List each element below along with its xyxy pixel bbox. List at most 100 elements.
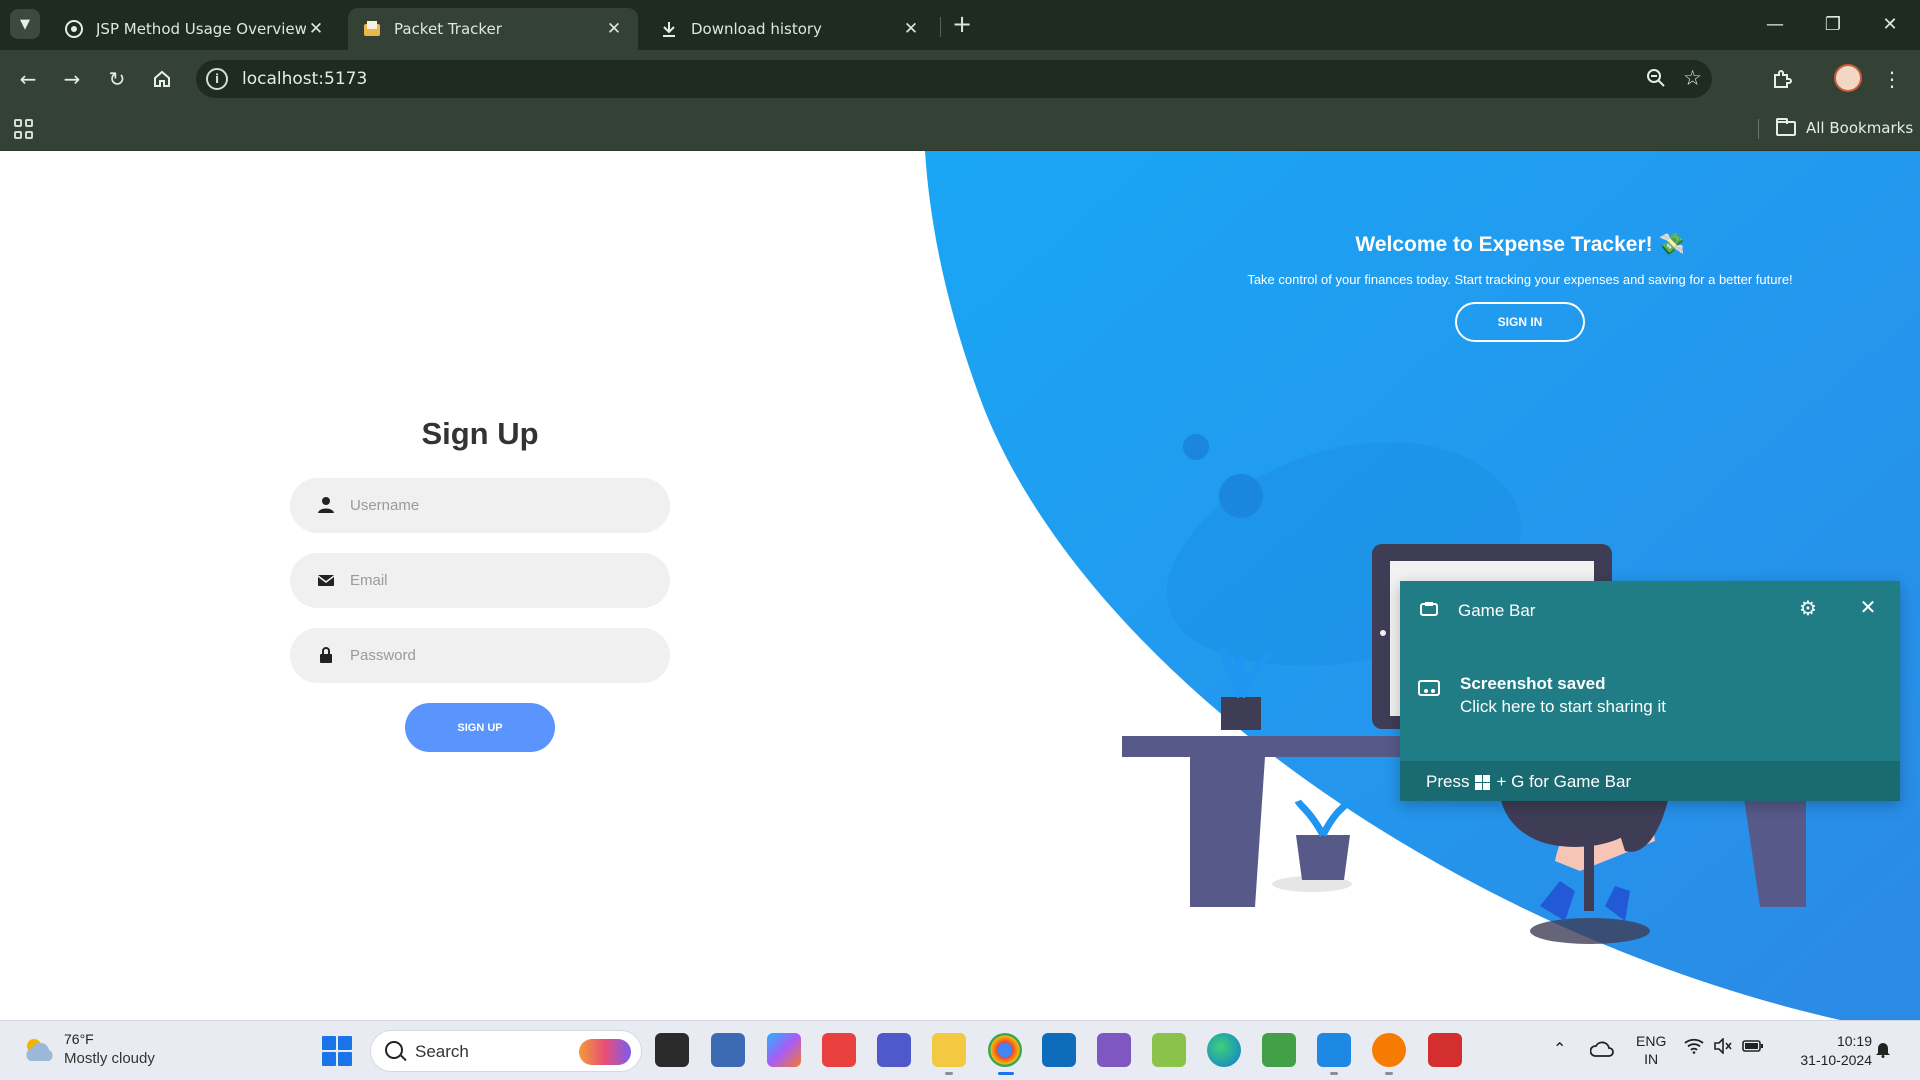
tab-separator: [940, 17, 941, 37]
search-icon: [385, 1041, 403, 1059]
acrobat-icon[interactable]: [1428, 1033, 1462, 1067]
region-code: IN: [1644, 1051, 1659, 1067]
active-indicator: [998, 1072, 1014, 1075]
bookmarks-separator: [1758, 119, 1759, 139]
home-button[interactable]: [146, 63, 178, 95]
tab-title: Packet Tracker: [394, 20, 502, 38]
start-button[interactable]: [322, 1036, 352, 1066]
browser-toolbar: ← → ↻ i localhost:5173 ☆ ⋮: [0, 50, 1920, 108]
apps-grid-icon[interactable]: [14, 119, 34, 139]
anydesk-icon[interactable]: [822, 1033, 856, 1067]
restore-button[interactable]: ❐: [1813, 10, 1853, 38]
clock-time: 10:19: [1836, 1033, 1872, 1049]
tab-title: JSP Method Usage Overview: [96, 20, 306, 38]
running-indicator: [945, 1072, 953, 1075]
close-window-button[interactable]: ✕: [1870, 10, 1910, 38]
chrome-icon[interactable]: [988, 1033, 1022, 1067]
tab-jsp-method-usage[interactable]: JSP Method Usage Overview ✕: [50, 8, 340, 50]
clock-date: 31-10-2024: [1800, 1052, 1872, 1068]
task-view-icon[interactable]: [655, 1033, 689, 1067]
footer-prefix: Press: [1426, 772, 1470, 791]
puzzle-icon: [1774, 70, 1792, 88]
snipping-tool-icon[interactable]: [1152, 1033, 1186, 1067]
teams-icon[interactable]: [877, 1033, 911, 1067]
url-text[interactable]: localhost:5173: [242, 69, 367, 89]
user-icon: [318, 497, 334, 513]
minimize-button[interactable]: —: [1755, 10, 1795, 38]
game-bar-logo-icon: [1420, 602, 1438, 616]
password-field[interactable]: [290, 628, 670, 683]
address-bar[interactable]: i localhost:5173 ☆: [196, 60, 1712, 98]
envelope-icon: [317, 575, 335, 586]
password-input[interactable]: [350, 628, 650, 683]
new-tab-button[interactable]: +: [948, 10, 976, 38]
browser-menu-button[interactable]: ⋮: [1876, 63, 1908, 95]
reload-button[interactable]: ↻: [101, 63, 133, 95]
settings-gear-icon[interactable]: ⚙: [1795, 596, 1821, 621]
forward-button[interactable]: →: [56, 63, 88, 95]
game-bar-title: Game Bar: [1458, 601, 1536, 620]
bookmarks-bar: All Bookmarks: [0, 108, 1920, 151]
battery-icon[interactable]: [1742, 1038, 1764, 1058]
back-button[interactable]: ←: [12, 63, 44, 95]
username-input[interactable]: [350, 478, 650, 533]
extensions-button[interactable]: [1766, 63, 1798, 95]
system-tray[interactable]: [1684, 1037, 1764, 1058]
email-field[interactable]: [290, 553, 670, 608]
edge-icon[interactable]: [1207, 1033, 1241, 1067]
tab-packet-tracker[interactable]: Packet Tracker ✕: [348, 8, 638, 50]
screenshot-controller-icon: [1418, 680, 1440, 696]
bookmark-star-icon[interactable]: ☆: [1683, 66, 1702, 90]
tab-title: Download history: [691, 20, 822, 38]
notification-title: Screenshot saved: [1460, 674, 1606, 693]
mysql-workbench-icon[interactable]: [711, 1033, 745, 1067]
language-indicator[interactable]: ENG IN: [1636, 1032, 1666, 1068]
profile-avatar[interactable]: [1834, 64, 1862, 92]
running-indicator: [1330, 1072, 1338, 1075]
wifi-icon[interactable]: [1684, 1038, 1704, 1058]
volume-muted-icon[interactable]: [1714, 1037, 1732, 1058]
folder-doc-icon: [362, 19, 382, 39]
microsoft-store-icon[interactable]: [1042, 1033, 1076, 1067]
home-icon: [154, 70, 170, 87]
postman-icon[interactable]: [1372, 1033, 1406, 1067]
visual-studio-icon[interactable]: [1097, 1033, 1131, 1067]
weather-temperature[interactable]: 76°F: [64, 1031, 94, 1047]
site-info-icon[interactable]: i: [206, 68, 228, 90]
nodejs-icon[interactable]: [1262, 1033, 1296, 1067]
weather-description[interactable]: Mostly cloudy: [64, 1050, 155, 1067]
tab-search-button[interactable]: ▼: [10, 9, 40, 39]
sign-up-button[interactable]: SIGN UP: [405, 703, 555, 752]
email-input[interactable]: [350, 553, 650, 608]
game-bar-footer: Press + G for Game Bar: [1400, 761, 1900, 801]
system-clock[interactable]: 10:19 31-10-2024: [1780, 1032, 1872, 1070]
download-icon: [659, 19, 679, 39]
windows-key-icon: [1475, 774, 1491, 790]
close-tab-icon[interactable]: ✕: [604, 19, 624, 39]
footer-suffix: + G for Game Bar: [1496, 772, 1632, 791]
onedrive-cloud-icon[interactable]: [1590, 1039, 1614, 1059]
show-hidden-icons-chevron-icon[interactable]: ⌃: [1553, 1039, 1566, 1058]
sign-in-button[interactable]: SIGN IN: [1455, 302, 1585, 342]
notification-bell-icon[interactable]: [1875, 1040, 1891, 1062]
taskbar-search[interactable]: Search: [370, 1030, 642, 1072]
copilot-icon[interactable]: [767, 1033, 801, 1067]
search-highlight-icon: [579, 1039, 631, 1065]
vscode-icon[interactable]: [1317, 1033, 1351, 1067]
running-indicator: [1385, 1072, 1393, 1075]
game-bar-notification[interactable]: Game Bar ⚙ ✕ Screenshot saved Click here…: [1400, 581, 1900, 801]
notification-body[interactable]: Click here to start sharing it: [1460, 697, 1666, 717]
openai-icon: [64, 19, 84, 39]
close-icon[interactable]: ✕: [1855, 595, 1881, 620]
search-label: Search: [415, 1042, 469, 1061]
tab-download-history[interactable]: Download history ✕: [645, 8, 935, 50]
username-field[interactable]: [290, 478, 670, 533]
cloudy-weather-icon[interactable]: [22, 1035, 56, 1065]
all-bookmarks-button[interactable]: All Bookmarks: [1776, 117, 1913, 137]
file-explorer-icon[interactable]: [932, 1033, 966, 1067]
game-bar-header: Game Bar ⚙ ✕: [1400, 581, 1900, 641]
zoom-icon[interactable]: [1646, 68, 1666, 93]
close-tab-icon[interactable]: ✕: [901, 19, 921, 39]
close-tab-icon[interactable]: ✕: [306, 19, 326, 39]
welcome-title: Welcome to Expense Tracker! 💸: [1355, 233, 1685, 256]
